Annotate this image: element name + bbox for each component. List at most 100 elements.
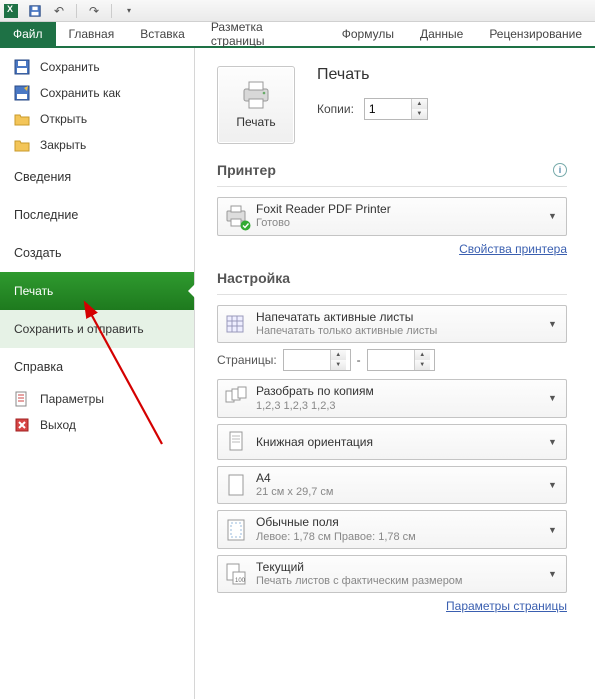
ribbon-tabs: Файл Главная Вставка Разметка страницы Ф…: [0, 22, 595, 48]
collate-dropdown[interactable]: Разобрать по копиям 1,2,3 1,2,3 1,2,3 ▼: [217, 379, 567, 418]
pages-range-row: Страницы: ▲▼ - ▲▼: [217, 349, 567, 371]
tab-home[interactable]: Главная: [56, 22, 128, 46]
copies-spinner[interactable]: ▲▼: [364, 98, 428, 120]
chevron-down-icon[interactable]: ▼: [415, 360, 430, 370]
printer-section-header: Принтер i: [217, 162, 567, 178]
sidebar-item-save-send[interactable]: Сохранить и отправить: [0, 310, 194, 348]
range-dash: -: [357, 353, 361, 367]
margins-icon: [224, 517, 248, 543]
chevron-down-icon: ▼: [548, 319, 560, 329]
settings-section-header: Настройка: [217, 270, 567, 286]
sidebar-item-recent[interactable]: Последние: [0, 196, 194, 234]
dropdown-subtitle: Левое: 1,78 см Правое: 1,78 см: [256, 531, 548, 544]
quick-access-toolbar: ↶ ↷ ▾: [0, 0, 595, 22]
chevron-down-icon[interactable]: ▼: [331, 360, 346, 370]
printer-name: Foxit Reader PDF Printer: [256, 202, 548, 216]
chevron-up-icon[interactable]: ▲: [331, 350, 346, 360]
print-panel: Печать Печать Копии: ▲▼ Принтер i: [195, 48, 595, 699]
tab-formulas[interactable]: Формулы: [329, 22, 407, 46]
save-as-icon: [14, 85, 30, 101]
sidebar-item-label: Сведения: [14, 170, 71, 184]
sidebar-item-create[interactable]: Создать: [0, 234, 194, 272]
dropdown-subtitle: 1,2,3 1,2,3 1,2,3: [256, 400, 548, 413]
margins-dropdown[interactable]: Обычные поля Левое: 1,78 см Правое: 1,78…: [217, 510, 567, 549]
chevron-down-icon[interactable]: ▼: [412, 109, 427, 119]
sidebar-item-label: Сохранить как: [40, 86, 120, 100]
sheets-icon: [224, 311, 248, 337]
pages-to-spinner[interactable]: ▲▼: [367, 349, 435, 371]
sidebar-item-saveas[interactable]: Сохранить как: [0, 80, 194, 106]
separator: [111, 4, 112, 18]
pages-to-input[interactable]: [368, 350, 414, 370]
orientation-portrait-icon: [224, 429, 248, 455]
tab-insert[interactable]: Вставка: [127, 22, 198, 46]
pages-from-spinner[interactable]: ▲▼: [283, 349, 351, 371]
print-scope-dropdown[interactable]: Напечатать активные листы Напечатать тол…: [217, 305, 567, 344]
print-button[interactable]: Печать: [217, 66, 295, 144]
sidebar-item-label: Параметры: [40, 392, 104, 406]
sidebar-item-options[interactable]: Параметры: [0, 386, 194, 412]
tab-file[interactable]: Файл: [0, 22, 56, 46]
spinner-arrows[interactable]: ▲▼: [414, 350, 430, 370]
dropdown-subtitle: 21 см x 29,7 см: [256, 486, 548, 499]
tab-review[interactable]: Рецензирование: [476, 22, 595, 46]
scaling-icon: 100: [224, 561, 248, 587]
undo-icon[interactable]: ↶: [52, 4, 66, 18]
page-setup-link[interactable]: Параметры страницы: [217, 599, 567, 613]
print-heading: Печать: [317, 66, 428, 84]
backstage-sidebar: Сохранить Сохранить как Открыть Закрыть …: [0, 48, 195, 699]
folder-open-icon: [14, 111, 30, 127]
dropdown-title: Обычные поля: [256, 515, 548, 529]
paper-size-dropdown[interactable]: A4 21 см x 29,7 см ▼: [217, 466, 567, 505]
chevron-down-icon: ▼: [548, 480, 560, 490]
collate-icon: [224, 385, 248, 411]
printer-properties-link[interactable]: Свойства принтера: [217, 242, 567, 256]
scaling-dropdown[interactable]: 100 Текущий Печать листов с фактическим …: [217, 555, 567, 594]
dropdown-subtitle: Печать листов с фактическим размером: [256, 575, 548, 588]
dropdown-title: Книжная ориентация: [256, 435, 548, 449]
chevron-down-icon: ▼: [548, 437, 560, 447]
sidebar-item-label: Печать: [14, 284, 53, 298]
tab-page-layout[interactable]: Разметка страницы: [198, 22, 329, 46]
orientation-dropdown[interactable]: Книжная ориентация ▼: [217, 424, 567, 460]
print-button-label: Печать: [236, 115, 275, 129]
exit-icon: [14, 417, 30, 433]
sidebar-item-help[interactable]: Справка: [0, 348, 194, 386]
sidebar-item-save[interactable]: Сохранить: [0, 54, 194, 80]
sidebar-item-label: Справка: [14, 360, 63, 374]
section-label: Принтер: [217, 162, 276, 178]
svg-text:100: 100: [235, 578, 246, 584]
dropdown-title: Напечатать активные листы: [256, 310, 548, 324]
spinner-arrows[interactable]: ▲▼: [411, 99, 427, 119]
sidebar-item-label: Сохранить и отправить: [14, 322, 144, 336]
dropdown-title: Текущий: [256, 560, 548, 574]
dropdown-title: Разобрать по копиям: [256, 384, 548, 398]
printer-dropdown[interactable]: Foxit Reader PDF Printer Готово ▼: [217, 197, 567, 236]
info-icon[interactable]: i: [553, 163, 567, 177]
page-icon: [224, 472, 248, 498]
sidebar-item-info[interactable]: Сведения: [0, 158, 194, 196]
separator: [217, 186, 567, 187]
separator: [217, 294, 567, 295]
chevron-up-icon[interactable]: ▲: [415, 350, 430, 360]
sidebar-item-open[interactable]: Открыть: [0, 106, 194, 132]
copies-input[interactable]: [365, 99, 411, 119]
tab-data[interactable]: Данные: [407, 22, 476, 46]
sidebar-item-label: Сохранить: [40, 60, 100, 74]
options-icon: [14, 391, 30, 407]
sidebar-item-close[interactable]: Закрыть: [0, 132, 194, 158]
pages-from-input[interactable]: [284, 350, 330, 370]
dropdown-title: A4: [256, 471, 548, 485]
sidebar-item-exit[interactable]: Выход: [0, 412, 194, 438]
spinner-arrows[interactable]: ▲▼: [330, 350, 346, 370]
save-icon: [14, 59, 30, 75]
save-icon[interactable]: [28, 4, 42, 18]
customize-qat-icon[interactable]: ▾: [122, 4, 136, 18]
sidebar-item-print[interactable]: Печать: [0, 272, 194, 310]
chevron-up-icon[interactable]: ▲: [412, 99, 427, 109]
app-icon: [4, 4, 18, 18]
pages-label: Страницы:: [217, 353, 277, 367]
redo-icon[interactable]: ↷: [87, 4, 101, 18]
sidebar-item-label: Последние: [14, 208, 78, 222]
folder-close-icon: [14, 137, 30, 153]
